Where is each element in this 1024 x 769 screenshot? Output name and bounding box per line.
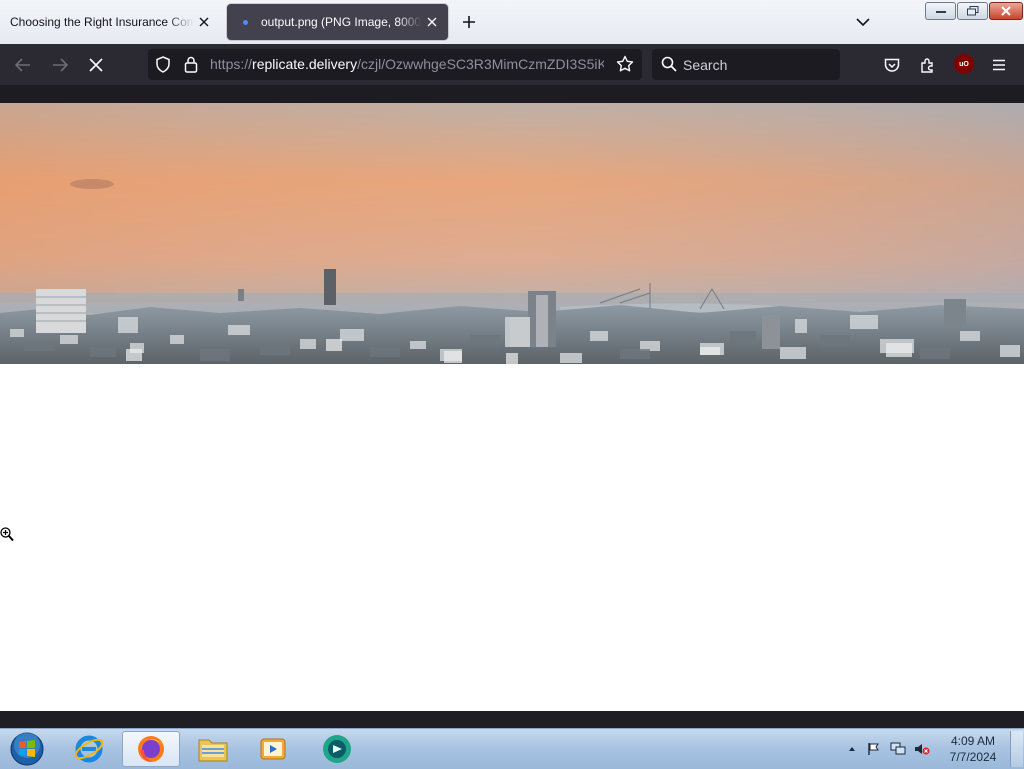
close-window-button[interactable] — [989, 2, 1023, 20]
zoom-in-cursor-icon — [0, 527, 14, 543]
tab-output-png[interactable]: output.png (PNG Image, 8000 × — [227, 4, 448, 40]
taskbar: 4:09 AM 7/7/2024 — [0, 728, 1024, 769]
back-arrow-icon[interactable] — [10, 52, 36, 78]
file-explorer-icon[interactable] — [184, 731, 242, 767]
forward-arrow-icon[interactable] — [47, 52, 73, 78]
search-placeholder: Search — [683, 57, 728, 73]
search-icon — [661, 56, 677, 77]
bookmark-star-icon[interactable] — [616, 55, 634, 78]
tab-title: output.png (PNG Image, 8000 × — [261, 15, 422, 29]
new-tab-icon[interactable] — [458, 11, 480, 33]
navigation-toolbar: https://replicate.delivery/czjl/OzwwhgeS… — [0, 44, 1024, 85]
url-scheme: https:// — [210, 56, 253, 72]
clock-time: 4:09 AM — [950, 734, 996, 748]
list-all-tabs-icon[interactable] — [852, 12, 874, 32]
tracking-shield-icon[interactable] — [155, 56, 171, 78]
url-host: replicate.delivery — [252, 56, 358, 72]
url-text[interactable]: https://replicate.delivery/czjl/OzwwhgeS… — [210, 56, 604, 74]
media-player-icon[interactable] — [244, 731, 302, 767]
internet-explorer-icon[interactable] — [60, 731, 118, 767]
pocket-icon[interactable] — [879, 52, 905, 78]
tab-strip: Choosing the Right Insurance Comp output… — [0, 0, 1024, 44]
start-button[interactable] — [0, 731, 54, 767]
menu-hamburger-icon[interactable] — [986, 52, 1012, 78]
action-center-flag-icon[interactable] — [866, 741, 882, 757]
app-circle-icon[interactable] — [308, 731, 366, 767]
search-bar[interactable]: Search — [652, 49, 840, 80]
network-icon[interactable] — [890, 741, 906, 757]
image-viewer[interactable] — [0, 103, 1024, 711]
extensions-icon[interactable] — [915, 52, 941, 78]
toolbar-separator — [0, 85, 1024, 103]
tab-insurance[interactable]: Choosing the Right Insurance Comp — [0, 4, 220, 40]
show-hidden-icons-icon[interactable] — [844, 741, 860, 757]
clock-date: 7/7/2024 — [949, 750, 997, 764]
url-bar[interactable]: https://replicate.delivery/czjl/OzwwhgeS… — [148, 49, 642, 80]
ublock-origin-icon[interactable]: uO — [954, 54, 974, 74]
tab-title: Choosing the Right Insurance Comp — [10, 15, 194, 29]
tab-loading-icon — [237, 14, 253, 30]
lock-icon[interactable] — [184, 56, 198, 78]
stop-loading-icon[interactable] — [83, 52, 109, 78]
volume-muted-icon[interactable] — [914, 741, 930, 757]
city-panorama-image[interactable] — [0, 103, 1024, 364]
close-tab-icon[interactable] — [194, 12, 214, 32]
restore-button[interactable] — [957, 2, 988, 20]
url-path: /czjl/OzwwhgeSC3R3MimCzmZDI3S5iKq — [357, 56, 604, 72]
system-clock[interactable]: 4:09 AM 7/7/2024 — [940, 733, 1006, 765]
show-desktop-button[interactable] — [1010, 731, 1023, 767]
window-bottom-edge — [0, 711, 1024, 728]
firefox-taskbar-button[interactable] — [122, 731, 180, 767]
close-tab-icon[interactable] — [422, 12, 442, 32]
minimize-button[interactable] — [925, 2, 956, 20]
